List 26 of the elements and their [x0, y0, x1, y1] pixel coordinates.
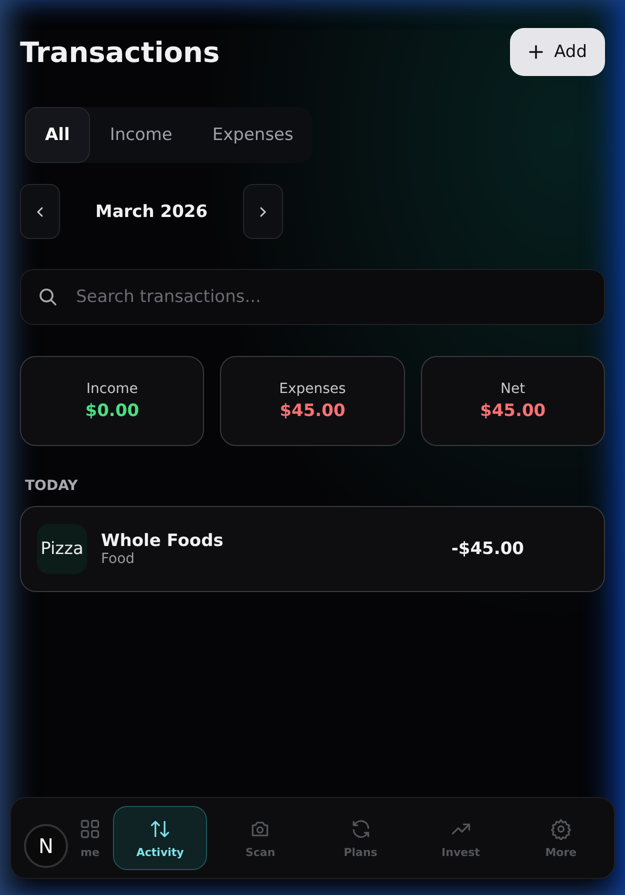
summary-value: $45.00	[280, 401, 346, 421]
category-icon: Pizza	[37, 524, 87, 574]
add-button[interactable]: Add	[510, 28, 605, 76]
merchant-name: Whole Foods	[101, 531, 224, 551]
month-label: March 2026	[94, 202, 209, 222]
previous-month-button[interactable]	[20, 184, 60, 239]
summary-label: Income	[86, 381, 138, 397]
category-label: Food	[101, 551, 136, 567]
nav-item[interactable]: Activity	[113, 806, 208, 870]
summary-label: Expenses	[279, 381, 346, 397]
search-icon	[38, 287, 58, 307]
summary-value: $45.00	[480, 401, 546, 421]
summary-label: Net	[500, 381, 526, 397]
next-month-button[interactable]	[243, 184, 283, 239]
group-heading: TODAY	[25, 478, 79, 494]
filter-tab[interactable]: Income	[90, 107, 192, 163]
gear-icon	[550, 818, 572, 840]
grid-icon	[79, 818, 101, 840]
transaction-amount: -$45.00	[451, 539, 524, 559]
plus-icon	[528, 44, 544, 60]
page-title: Transactions	[20, 36, 220, 68]
filter-tab[interactable]: Expenses	[192, 107, 314, 163]
search-field[interactable]: Search transactions...	[20, 269, 605, 325]
summary-value: $0.00	[85, 401, 140, 421]
filter-tab[interactable]: All	[25, 107, 90, 163]
transaction-row[interactable]: Pizza Whole Foods Food -$45.00	[20, 506, 605, 592]
